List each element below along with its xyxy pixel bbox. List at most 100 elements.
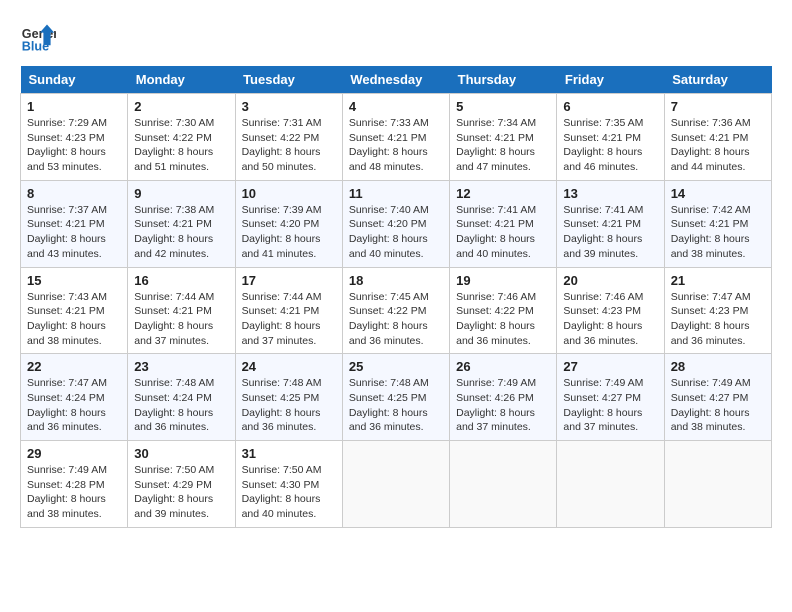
calendar-cell: 29 Sunrise: 7:49 AM Sunset: 4:28 PM Dayl… [21, 441, 128, 528]
cell-info: Sunrise: 7:50 AM Sunset: 4:30 PM Dayligh… [242, 463, 336, 522]
day-number: 20 [563, 273, 657, 288]
calendar-cell: 12 Sunrise: 7:41 AM Sunset: 4:21 PM Dayl… [450, 180, 557, 267]
calendar-cell: 22 Sunrise: 7:47 AM Sunset: 4:24 PM Dayl… [21, 354, 128, 441]
calendar-cell: 7 Sunrise: 7:36 AM Sunset: 4:21 PM Dayli… [664, 94, 771, 181]
header-monday: Monday [128, 66, 235, 94]
cell-info: Sunrise: 7:41 AM Sunset: 4:21 PM Dayligh… [563, 203, 657, 262]
day-number: 31 [242, 446, 336, 461]
day-number: 26 [456, 359, 550, 374]
day-number: 2 [134, 99, 228, 114]
day-number: 11 [349, 186, 443, 201]
calendar-cell: 16 Sunrise: 7:44 AM Sunset: 4:21 PM Dayl… [128, 267, 235, 354]
day-number: 25 [349, 359, 443, 374]
day-number: 12 [456, 186, 550, 201]
calendar-cell [664, 441, 771, 528]
day-number: 30 [134, 446, 228, 461]
day-number: 3 [242, 99, 336, 114]
day-number: 8 [27, 186, 121, 201]
day-number: 24 [242, 359, 336, 374]
calendar-cell: 17 Sunrise: 7:44 AM Sunset: 4:21 PM Dayl… [235, 267, 342, 354]
cell-info: Sunrise: 7:43 AM Sunset: 4:21 PM Dayligh… [27, 290, 121, 349]
calendar-cell: 2 Sunrise: 7:30 AM Sunset: 4:22 PM Dayli… [128, 94, 235, 181]
day-number: 13 [563, 186, 657, 201]
day-number: 27 [563, 359, 657, 374]
day-number: 5 [456, 99, 550, 114]
day-number: 19 [456, 273, 550, 288]
cell-info: Sunrise: 7:49 AM Sunset: 4:27 PM Dayligh… [671, 376, 765, 435]
cell-info: Sunrise: 7:31 AM Sunset: 4:22 PM Dayligh… [242, 116, 336, 175]
cell-info: Sunrise: 7:44 AM Sunset: 4:21 PM Dayligh… [242, 290, 336, 349]
calendar-cell: 24 Sunrise: 7:48 AM Sunset: 4:25 PM Dayl… [235, 354, 342, 441]
cell-info: Sunrise: 7:46 AM Sunset: 4:22 PM Dayligh… [456, 290, 550, 349]
calendar-cell: 31 Sunrise: 7:50 AM Sunset: 4:30 PM Dayl… [235, 441, 342, 528]
cell-info: Sunrise: 7:47 AM Sunset: 4:24 PM Dayligh… [27, 376, 121, 435]
calendar-header-row: SundayMondayTuesdayWednesdayThursdayFrid… [21, 66, 772, 94]
cell-info: Sunrise: 7:48 AM Sunset: 4:25 PM Dayligh… [242, 376, 336, 435]
day-number: 14 [671, 186, 765, 201]
day-number: 28 [671, 359, 765, 374]
calendar-cell: 21 Sunrise: 7:47 AM Sunset: 4:23 PM Dayl… [664, 267, 771, 354]
calendar-cell: 25 Sunrise: 7:48 AM Sunset: 4:25 PM Dayl… [342, 354, 449, 441]
day-number: 4 [349, 99, 443, 114]
calendar-cell: 4 Sunrise: 7:33 AM Sunset: 4:21 PM Dayli… [342, 94, 449, 181]
calendar-week-3: 15 Sunrise: 7:43 AM Sunset: 4:21 PM Dayl… [21, 267, 772, 354]
cell-info: Sunrise: 7:49 AM Sunset: 4:28 PM Dayligh… [27, 463, 121, 522]
header-tuesday: Tuesday [235, 66, 342, 94]
page-header: General Blue [20, 20, 772, 56]
cell-info: Sunrise: 7:29 AM Sunset: 4:23 PM Dayligh… [27, 116, 121, 175]
cell-info: Sunrise: 7:44 AM Sunset: 4:21 PM Dayligh… [134, 290, 228, 349]
header-saturday: Saturday [664, 66, 771, 94]
cell-info: Sunrise: 7:46 AM Sunset: 4:23 PM Dayligh… [563, 290, 657, 349]
cell-info: Sunrise: 7:41 AM Sunset: 4:21 PM Dayligh… [456, 203, 550, 262]
cell-info: Sunrise: 7:34 AM Sunset: 4:21 PM Dayligh… [456, 116, 550, 175]
day-number: 1 [27, 99, 121, 114]
header-sunday: Sunday [21, 66, 128, 94]
calendar-cell: 23 Sunrise: 7:48 AM Sunset: 4:24 PM Dayl… [128, 354, 235, 441]
day-number: 7 [671, 99, 765, 114]
day-number: 9 [134, 186, 228, 201]
header-thursday: Thursday [450, 66, 557, 94]
cell-info: Sunrise: 7:38 AM Sunset: 4:21 PM Dayligh… [134, 203, 228, 262]
cell-info: Sunrise: 7:36 AM Sunset: 4:21 PM Dayligh… [671, 116, 765, 175]
calendar-cell: 30 Sunrise: 7:50 AM Sunset: 4:29 PM Dayl… [128, 441, 235, 528]
calendar-cell [342, 441, 449, 528]
calendar-cell: 13 Sunrise: 7:41 AM Sunset: 4:21 PM Dayl… [557, 180, 664, 267]
day-number: 22 [27, 359, 121, 374]
calendar-cell: 27 Sunrise: 7:49 AM Sunset: 4:27 PM Dayl… [557, 354, 664, 441]
calendar-cell: 5 Sunrise: 7:34 AM Sunset: 4:21 PM Dayli… [450, 94, 557, 181]
cell-info: Sunrise: 7:39 AM Sunset: 4:20 PM Dayligh… [242, 203, 336, 262]
cell-info: Sunrise: 7:49 AM Sunset: 4:26 PM Dayligh… [456, 376, 550, 435]
header-wednesday: Wednesday [342, 66, 449, 94]
calendar-table: SundayMondayTuesdayWednesdayThursdayFrid… [20, 66, 772, 528]
cell-info: Sunrise: 7:42 AM Sunset: 4:21 PM Dayligh… [671, 203, 765, 262]
cell-info: Sunrise: 7:50 AM Sunset: 4:29 PM Dayligh… [134, 463, 228, 522]
cell-info: Sunrise: 7:37 AM Sunset: 4:21 PM Dayligh… [27, 203, 121, 262]
calendar-week-1: 1 Sunrise: 7:29 AM Sunset: 4:23 PM Dayli… [21, 94, 772, 181]
cell-info: Sunrise: 7:35 AM Sunset: 4:21 PM Dayligh… [563, 116, 657, 175]
cell-info: Sunrise: 7:45 AM Sunset: 4:22 PM Dayligh… [349, 290, 443, 349]
calendar-cell: 20 Sunrise: 7:46 AM Sunset: 4:23 PM Dayl… [557, 267, 664, 354]
calendar-week-5: 29 Sunrise: 7:49 AM Sunset: 4:28 PM Dayl… [21, 441, 772, 528]
calendar-cell: 10 Sunrise: 7:39 AM Sunset: 4:20 PM Dayl… [235, 180, 342, 267]
calendar-cell: 6 Sunrise: 7:35 AM Sunset: 4:21 PM Dayli… [557, 94, 664, 181]
calendar-week-2: 8 Sunrise: 7:37 AM Sunset: 4:21 PM Dayli… [21, 180, 772, 267]
calendar-cell [450, 441, 557, 528]
calendar-cell: 3 Sunrise: 7:31 AM Sunset: 4:22 PM Dayli… [235, 94, 342, 181]
cell-info: Sunrise: 7:47 AM Sunset: 4:23 PM Dayligh… [671, 290, 765, 349]
calendar-cell: 1 Sunrise: 7:29 AM Sunset: 4:23 PM Dayli… [21, 94, 128, 181]
cell-info: Sunrise: 7:49 AM Sunset: 4:27 PM Dayligh… [563, 376, 657, 435]
day-number: 23 [134, 359, 228, 374]
cell-info: Sunrise: 7:48 AM Sunset: 4:25 PM Dayligh… [349, 376, 443, 435]
day-number: 21 [671, 273, 765, 288]
calendar-cell [557, 441, 664, 528]
calendar-cell: 18 Sunrise: 7:45 AM Sunset: 4:22 PM Dayl… [342, 267, 449, 354]
cell-info: Sunrise: 7:30 AM Sunset: 4:22 PM Dayligh… [134, 116, 228, 175]
header-friday: Friday [557, 66, 664, 94]
calendar-cell: 11 Sunrise: 7:40 AM Sunset: 4:20 PM Dayl… [342, 180, 449, 267]
calendar-cell: 19 Sunrise: 7:46 AM Sunset: 4:22 PM Dayl… [450, 267, 557, 354]
calendar-cell: 28 Sunrise: 7:49 AM Sunset: 4:27 PM Dayl… [664, 354, 771, 441]
day-number: 18 [349, 273, 443, 288]
calendar-cell: 9 Sunrise: 7:38 AM Sunset: 4:21 PM Dayli… [128, 180, 235, 267]
day-number: 16 [134, 273, 228, 288]
day-number: 15 [27, 273, 121, 288]
